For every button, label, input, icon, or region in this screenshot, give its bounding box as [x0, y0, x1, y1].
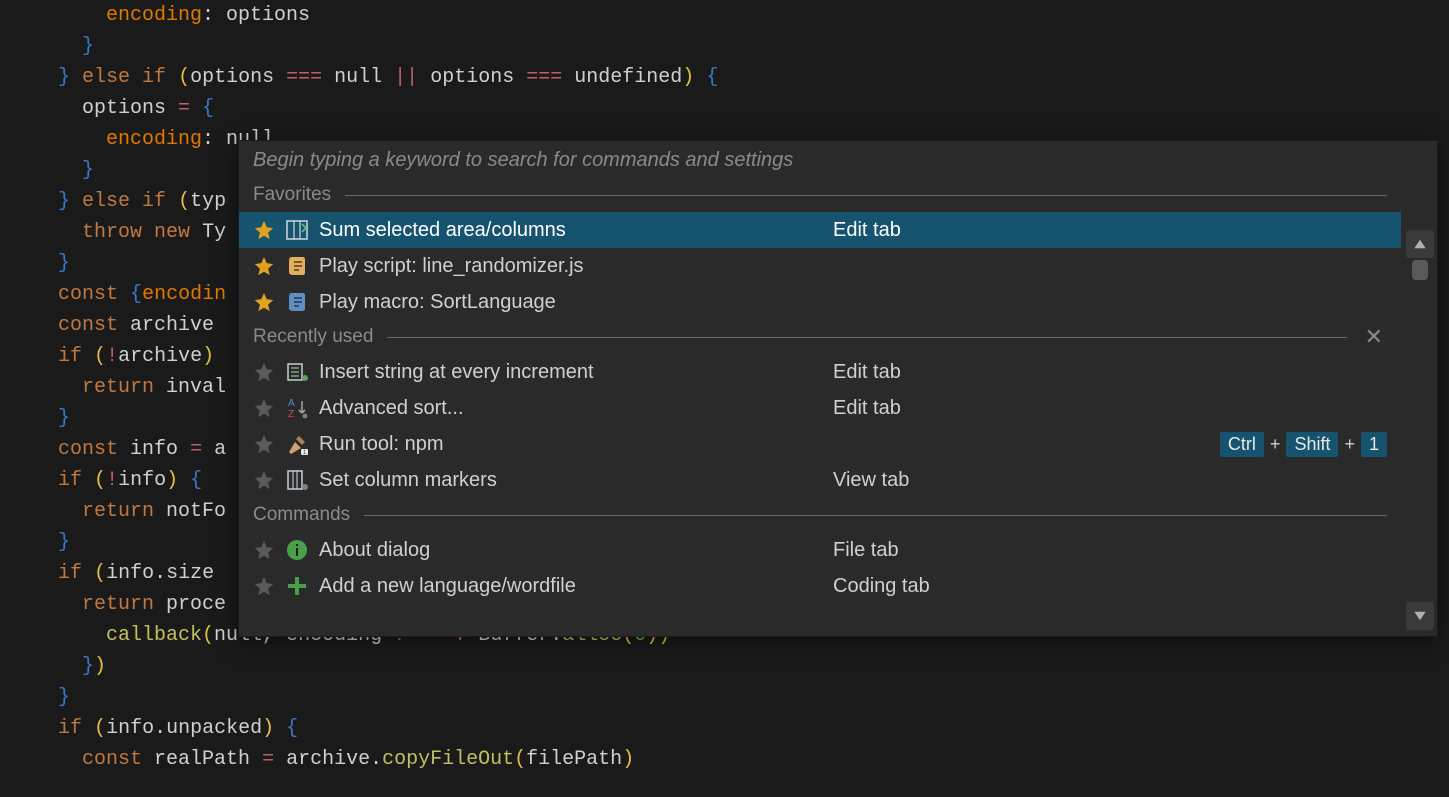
scrollbar-thumb[interactable] — [1412, 260, 1428, 280]
palette-item-context: Edit tab — [833, 361, 901, 384]
palette-item-context: View tab — [833, 469, 909, 492]
tool-hammer-icon: 1 — [285, 432, 309, 456]
palette-item-label: Sum selected area/columns — [319, 219, 566, 242]
palette-item-label: About dialog — [319, 539, 430, 562]
palette-item-label: Play macro: SortLanguage — [319, 291, 556, 314]
code-line: encoding: options — [10, 0, 1439, 31]
palette-item-label: Insert string at every increment — [319, 361, 594, 384]
palette-item-about-dialog[interactable]: About dialog File tab — [239, 532, 1401, 568]
key-1: 1 — [1361, 432, 1387, 457]
palette-item-add-language[interactable]: Add a new language/wordfile Coding tab — [239, 568, 1401, 604]
plus-icon — [285, 574, 309, 598]
scrollbar[interactable] — [1403, 228, 1437, 632]
star-icon[interactable] — [253, 291, 275, 313]
keyboard-shortcut: Ctrl + Shift + 1 — [1220, 432, 1387, 457]
key-ctrl: Ctrl — [1220, 432, 1264, 457]
palette-item-context: Edit tab — [833, 219, 901, 242]
palette-item-advanced-sort[interactable]: AZ Advanced sort... Edit tab — [239, 390, 1401, 426]
palette-item-sum-selected[interactable]: Sum selected area/columns Edit tab — [239, 212, 1401, 248]
star-icon[interactable] — [253, 397, 275, 419]
palette-list-wrap: Favorites Sum selected area/columns Edit… — [239, 178, 1437, 636]
section-header-recent: Recently used ✕ — [239, 320, 1401, 354]
palette-item-label: Play script: line_randomizer.js — [319, 255, 584, 278]
star-icon[interactable] — [253, 469, 275, 491]
insert-lines-icon — [285, 360, 309, 384]
scroll-down-button[interactable] — [1406, 602, 1434, 630]
palette-item-play-macro[interactable]: Play macro: SortLanguage — [239, 284, 1401, 320]
palette-item-context: Edit tab — [833, 397, 901, 420]
star-icon[interactable] — [253, 433, 275, 455]
code-line: }) — [10, 651, 1439, 682]
section-title: Recently used — [253, 326, 373, 348]
divider — [345, 195, 1387, 196]
star-icon[interactable] — [253, 575, 275, 597]
plus: + — [1270, 434, 1281, 455]
section-title: Commands — [253, 504, 350, 526]
star-icon[interactable] — [253, 539, 275, 561]
key-shift: Shift — [1286, 432, 1338, 457]
palette-item-label: Add a new language/wordfile — [319, 575, 576, 598]
info-icon — [285, 538, 309, 562]
palette-item-play-script[interactable]: Play script: line_randomizer.js — [239, 248, 1401, 284]
scrollbar-track[interactable] — [1410, 260, 1430, 600]
code-line: } else if (options === null || options =… — [10, 62, 1439, 93]
star-icon[interactable] — [253, 361, 275, 383]
code-line: } — [10, 682, 1439, 713]
palette-item-set-column-markers[interactable]: Set column markers View tab — [239, 462, 1401, 498]
palette-item-label: Run tool: npm — [319, 433, 444, 456]
code-line: if (info.unpacked) { — [10, 713, 1439, 744]
close-icon[interactable]: ✕ — [1361, 324, 1387, 350]
section-title: Favorites — [253, 184, 331, 206]
palette-search-input[interactable]: Begin typing a keyword to search for com… — [239, 141, 1437, 178]
code-line: const realPath = archive.copyFileOut(fil… — [10, 744, 1439, 775]
palette-item-context: File tab — [833, 539, 899, 562]
divider — [387, 337, 1346, 338]
star-icon[interactable] — [253, 255, 275, 277]
macro-scroll-icon — [285, 290, 309, 314]
column-markers-icon — [285, 468, 309, 492]
svg-text:Z: Z — [288, 409, 294, 420]
code-line: options = { — [10, 93, 1439, 124]
palette-item-context: Coding tab — [833, 575, 930, 598]
section-header-commands: Commands — [239, 498, 1401, 532]
svg-text:A: A — [288, 398, 295, 409]
divider — [364, 515, 1387, 516]
palette-item-label: Set column markers — [319, 469, 497, 492]
columns-sum-icon — [285, 218, 309, 242]
palette-item-run-tool-npm[interactable]: 1 Run tool: npm Ctrl + Shift + 1 — [239, 426, 1401, 462]
code-line: } — [10, 31, 1439, 62]
sort-az-icon: AZ — [285, 396, 309, 420]
scroll-up-button[interactable] — [1406, 230, 1434, 258]
script-scroll-icon — [285, 254, 309, 278]
command-palette: Begin typing a keyword to search for com… — [238, 140, 1438, 637]
palette-item-insert-string[interactable]: Insert string at every increment Edit ta… — [239, 354, 1401, 390]
plus: + — [1344, 434, 1355, 455]
star-icon[interactable] — [253, 219, 275, 241]
palette-item-label: Advanced sort... — [319, 397, 464, 420]
palette-list: Favorites Sum selected area/columns Edit… — [239, 178, 1401, 636]
section-header-favorites: Favorites — [239, 178, 1401, 212]
